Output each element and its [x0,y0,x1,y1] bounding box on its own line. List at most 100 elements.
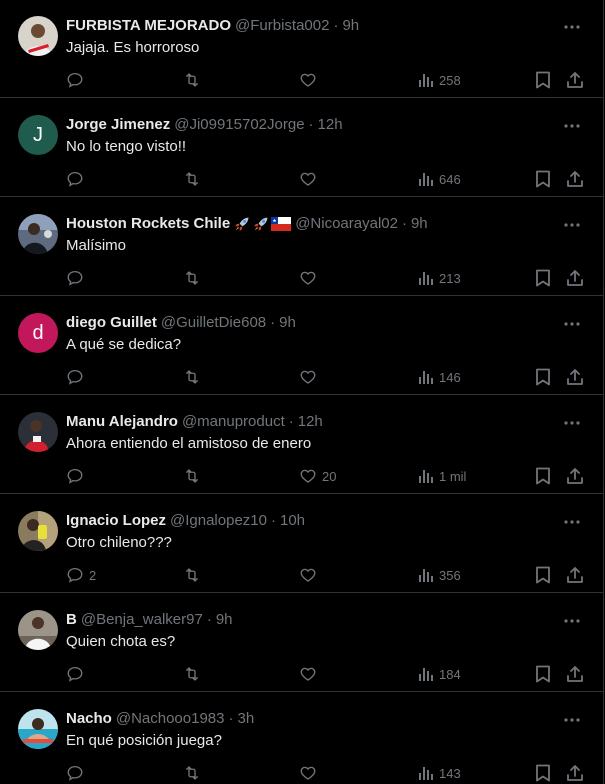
user-handle[interactable]: @Furbista002 [235,16,329,36]
retweet-button[interactable] [182,664,202,684]
timestamp[interactable]: 12h [318,115,343,135]
share-button[interactable] [566,565,584,585]
more-options-icon[interactable] [563,414,581,432]
timestamp[interactable]: 10h [280,511,305,531]
user-handle[interactable]: @GuilletDie608 [161,313,266,333]
more-options-icon[interactable] [563,18,581,36]
share-button[interactable] [566,268,584,288]
avatar[interactable] [18,709,58,749]
tweet[interactable]: FURBISTA MEJORADO @Furbista002 · 9h Jaja… [0,0,603,98]
avatar[interactable] [18,214,58,254]
like-button[interactable] [299,367,322,387]
more-options-icon[interactable] [563,216,581,234]
display-name[interactable]: Jorge Jimenez [66,115,170,135]
timestamp[interactable]: 9h [342,16,359,36]
avatar[interactable] [18,610,58,650]
like-button[interactable]: 20 [299,466,336,486]
bookmark-button[interactable] [535,367,551,387]
avatar-initial: d [18,313,58,353]
tweet[interactable]: d diego Guillet @GuilletDie608 · 9h A qu… [0,297,603,395]
retweet-button[interactable] [182,763,202,783]
like-button[interactable] [299,565,322,585]
views-button[interactable]: 646 [418,169,461,189]
retweet-button[interactable] [182,268,202,288]
display-name[interactable]: B [66,610,77,630]
reply-button[interactable] [66,664,89,684]
retweet-button[interactable] [182,367,202,387]
bookmark-button[interactable] [535,466,551,486]
like-button[interactable] [299,70,322,90]
share-button[interactable] [566,169,584,189]
timestamp[interactable]: 9h [279,313,296,333]
views-button[interactable]: 143 [418,763,461,783]
tweet[interactable]: Houston Rockets Chile @Nicoarayal02 · 9h… [0,198,603,296]
retweet-button[interactable] [182,565,202,585]
bookmark-button[interactable] [535,664,551,684]
share-button[interactable] [566,367,584,387]
retweet-button[interactable] [182,70,202,90]
views-button[interactable]: 184 [418,664,461,684]
tweet[interactable]: Ignacio Lopez @Ignalopez10 · 10h Otro ch… [0,495,603,593]
views-button[interactable]: 258 [418,70,461,90]
like-button[interactable] [299,664,322,684]
tweet[interactable]: B @Benja_walker97 · 9h Quien chota es? 1 [0,594,603,692]
user-handle[interactable]: @Ji09915702Jorge [174,115,304,135]
display-name[interactable]: Houston Rockets Chile [66,214,230,234]
share-button[interactable] [566,664,584,684]
avatar[interactable] [18,511,58,551]
more-options-icon[interactable] [563,315,581,333]
reply-button[interactable] [66,763,89,783]
separator-dot: · [308,116,314,133]
timestamp[interactable]: 3h [237,709,254,729]
share-button[interactable] [566,466,584,486]
views-button[interactable]: 146 [418,367,461,387]
avatar[interactable] [18,412,58,452]
retweet-icon [186,568,198,582]
reply-button[interactable]: 2 [66,565,96,585]
tweet[interactable]: Nacho @Nachooo1983 · 3h En qué posición … [0,693,603,784]
bookmark-button[interactable] [535,169,551,189]
tweet[interactable]: J Jorge Jimenez @Ji09915702Jorge · 12h N… [0,99,603,197]
user-handle[interactable]: @Nicoarayal02 [295,214,398,234]
more-options-icon[interactable] [563,117,581,135]
reply-button[interactable] [66,70,89,90]
user-handle[interactable]: @manuproduct [182,412,285,432]
timestamp[interactable]: 9h [216,610,233,630]
like-button[interactable] [299,169,322,189]
bookmark-button[interactable] [535,70,551,90]
share-button[interactable] [566,763,584,783]
user-handle[interactable]: @Nachooo1983 [116,709,225,729]
avatar[interactable] [18,16,58,56]
avatar[interactable]: J [18,115,58,155]
display-name[interactable]: FURBISTA MEJORADO [66,16,231,36]
like-button[interactable] [299,763,322,783]
reply-button[interactable] [66,268,89,288]
reply-button[interactable] [66,466,89,486]
more-options-icon[interactable] [563,513,581,531]
bookmark-button[interactable] [535,763,551,783]
retweet-button[interactable] [182,466,202,486]
avatar[interactable]: d [18,313,58,353]
views-button[interactable]: 356 [418,565,461,585]
bookmark-button[interactable] [535,565,551,585]
display-name[interactable]: Manu Alejandro [66,412,178,432]
more-options-icon[interactable] [563,711,581,729]
display-name[interactable]: Nacho [66,709,112,729]
display-name[interactable]: Ignacio Lopez [66,511,166,531]
reply-button[interactable] [66,169,89,189]
views-button[interactable]: 1 mil [418,466,466,486]
tweet[interactable]: Manu Alejandro @manuproduct · 12h Ahora … [0,396,603,494]
more-options-icon[interactable] [563,612,581,630]
timestamp[interactable]: 9h [411,214,428,234]
share-button[interactable] [566,70,584,90]
display-name[interactable]: diego Guillet [66,313,157,333]
retweet-button[interactable] [182,169,202,189]
timestamp[interactable]: 12h [298,412,323,432]
like-button[interactable] [299,268,322,288]
share-icon [567,72,583,88]
user-handle[interactable]: @Ignalopez10 [170,511,267,531]
user-handle[interactable]: @Benja_walker97 [81,610,203,630]
views-button[interactable]: 213 [418,268,461,288]
reply-button[interactable] [66,367,89,387]
bookmark-button[interactable] [535,268,551,288]
